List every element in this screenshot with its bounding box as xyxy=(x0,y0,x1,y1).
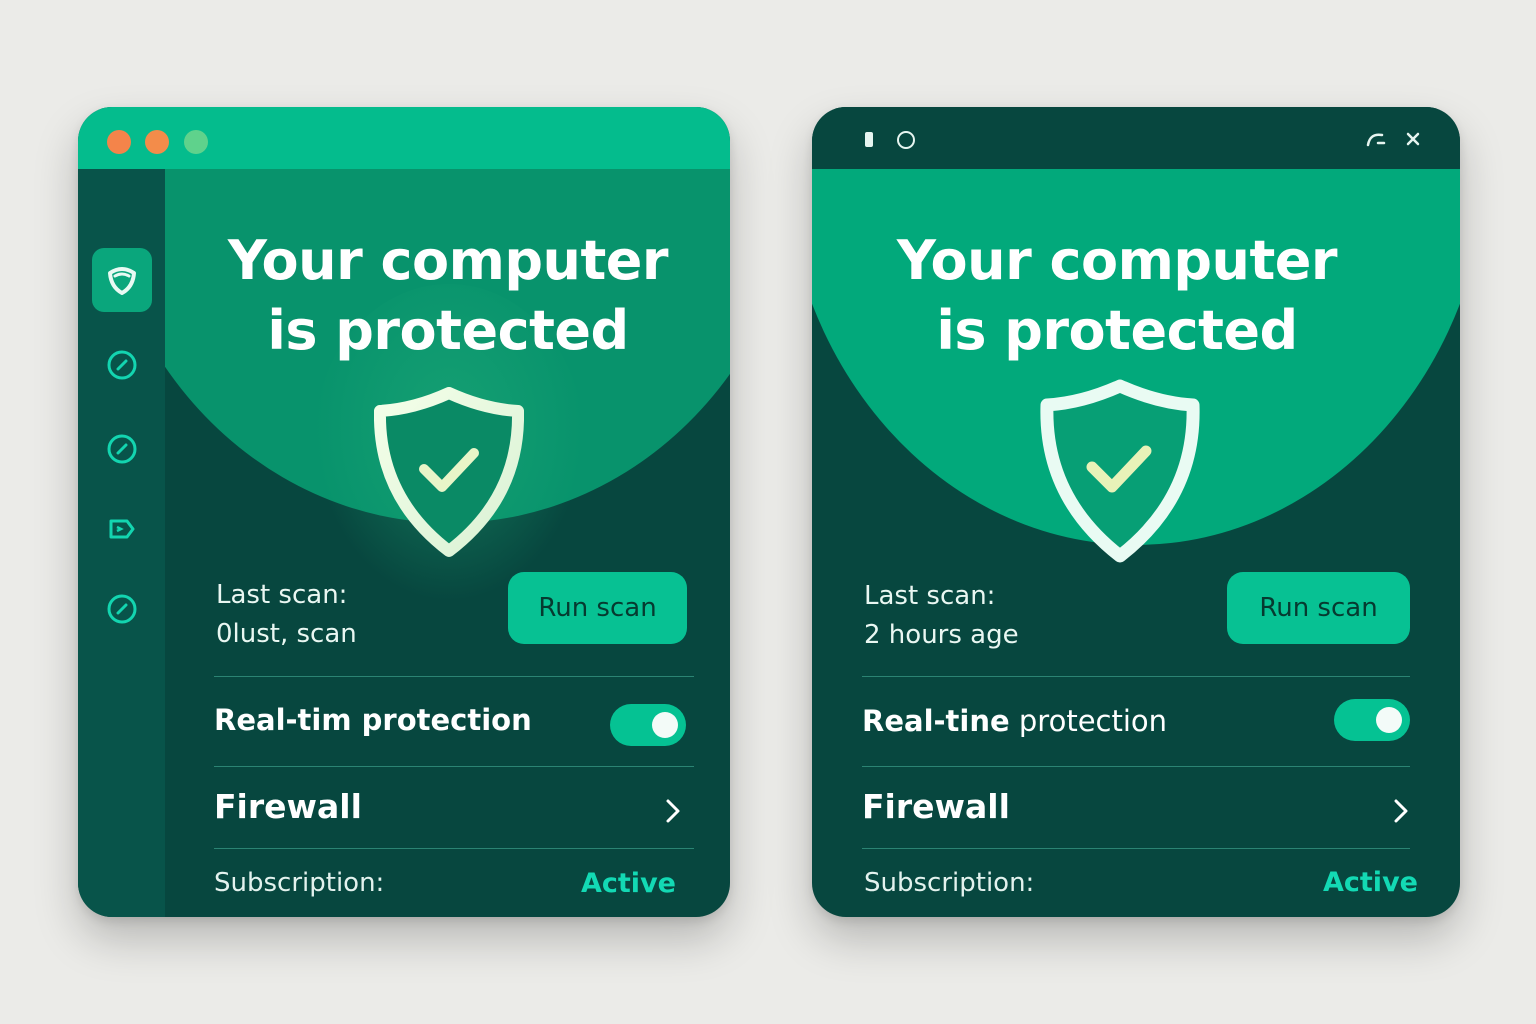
firewall-label[interactable]: Firewall xyxy=(214,787,362,826)
subscription-status: Active xyxy=(581,868,676,899)
gauge-icon xyxy=(107,350,137,380)
firewall-label[interactable]: Firewall xyxy=(862,787,1010,826)
antivirus-window-left: Your computer is protected Last scan: 0l… xyxy=(78,107,730,917)
sidebar xyxy=(78,169,165,917)
realtime-protection-label: Real-tine protection xyxy=(862,704,1167,738)
last-scan-info: Last scan: 0lust, scan xyxy=(216,576,357,654)
divider xyxy=(862,766,1410,767)
toggle-knob xyxy=(1376,707,1402,733)
realtime-protection-toggle[interactable] xyxy=(1334,699,1410,741)
divider xyxy=(862,676,1410,677)
sidebar-item-speed[interactable] xyxy=(92,417,152,481)
title-bar xyxy=(78,107,730,169)
sidebar-item-performance[interactable] xyxy=(92,333,152,397)
realtime-label-bold: Real-tine xyxy=(862,704,1010,738)
maximize-window-button[interactable] xyxy=(184,130,208,154)
run-scan-button[interactable]: Run scan xyxy=(1227,572,1410,644)
title-bar xyxy=(812,107,1460,169)
chevron-right-icon[interactable] xyxy=(664,797,682,825)
status-ring-icon[interactable] xyxy=(897,131,915,149)
shield-icon xyxy=(108,267,136,295)
shield-check-icon xyxy=(374,387,524,557)
gauge-icon xyxy=(107,594,137,624)
last-scan-value: 2 hours age xyxy=(864,620,1019,650)
subscription-label: Subscription: xyxy=(214,868,385,898)
close-icon[interactable] xyxy=(1403,129,1423,149)
minimize-window-button[interactable] xyxy=(145,130,169,154)
page-title: Your computer is protected xyxy=(896,229,1338,362)
subscription-label: Subscription: xyxy=(864,868,1035,898)
run-scan-button[interactable]: Run scan xyxy=(508,572,687,644)
close-window-button[interactable] xyxy=(107,130,131,154)
last-scan-label: Last scan: xyxy=(216,580,348,610)
last-scan-label: Last scan: xyxy=(864,581,996,611)
page-title: Your computer is protected xyxy=(227,229,669,362)
sidebar-item-tags[interactable] xyxy=(92,497,152,561)
subscription-status: Active xyxy=(1323,867,1418,898)
restore-icon[interactable] xyxy=(1365,129,1387,149)
sidebar-item-protection[interactable] xyxy=(92,248,152,312)
shield-check-icon xyxy=(1040,379,1200,563)
realtime-protection-label: Real-tim protection xyxy=(214,703,532,737)
toggle-knob xyxy=(652,712,678,738)
divider xyxy=(214,766,694,767)
divider xyxy=(862,848,1410,849)
last-scan-info: Last scan: 2 hours age xyxy=(864,577,1019,655)
tag-icon xyxy=(109,519,135,539)
app-menu-icon[interactable] xyxy=(865,132,873,147)
chevron-right-icon[interactable] xyxy=(1392,797,1410,825)
divider xyxy=(214,848,694,849)
divider xyxy=(214,676,694,677)
gauge-icon xyxy=(107,434,137,464)
sidebar-item-settings[interactable] xyxy=(92,577,152,641)
realtime-label-light: protection xyxy=(1009,704,1168,738)
antivirus-window-right: Your computer is protected Last scan: 2 … xyxy=(812,107,1460,917)
last-scan-value: 0lust, scan xyxy=(216,619,357,649)
realtime-protection-toggle[interactable] xyxy=(610,704,686,746)
